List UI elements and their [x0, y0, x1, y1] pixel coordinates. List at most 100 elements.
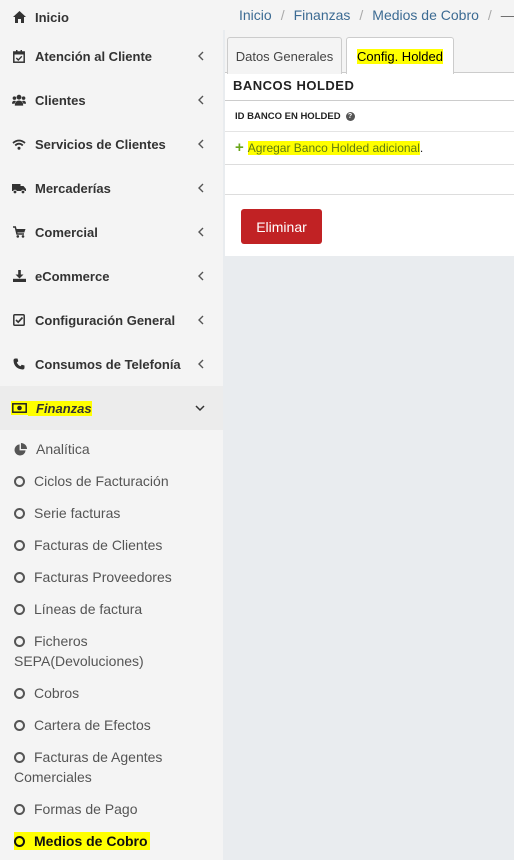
breadcrumb-item-finanzas[interactable]: Finanzas — [294, 7, 351, 23]
sidebar-item-mercaderias[interactable]: Mercaderías — [0, 166, 223, 210]
chevron-left-icon — [198, 51, 204, 61]
sidebar-subitem-label: Ciclos de Facturación — [34, 473, 169, 489]
home-icon — [12, 10, 26, 24]
cart-icon — [12, 225, 26, 239]
sidebar-subitem-label: Medios de Cobro — [34, 833, 148, 849]
tab-datos-generales[interactable]: Datos Generales — [227, 37, 342, 74]
sidebar-subitem-label: Facturas Proveedores — [34, 569, 172, 585]
sidebar-subitem-facturas-proveedores[interactable]: Facturas Proveedores — [0, 561, 223, 593]
sidebar-item-label: Servicios de Clientes — [35, 136, 166, 152]
table-body — [225, 164, 514, 195]
circle-icon — [14, 836, 25, 847]
calendar-check-icon — [12, 49, 26, 63]
wifi-icon — [12, 137, 26, 151]
content-panel: Datos Generales Config. Holded BANCOS HO… — [225, 30, 514, 256]
circle-icon — [14, 688, 25, 699]
circle-icon — [14, 752, 25, 763]
pie-chart-icon — [14, 443, 27, 456]
sidebar-subitem-label: Cobros — [34, 685, 80, 701]
add-banco-holded-link[interactable]: Agregar Banco Holded adicional — [247, 140, 420, 155]
circle-icon — [14, 720, 25, 731]
sidebar-item-ecommerce[interactable]: eCommerce — [0, 254, 223, 298]
sidebar-subitem-cobros[interactable]: Cobros — [0, 677, 223, 709]
add-banco-suffix: . — [419, 140, 424, 155]
column-header-id-banco: ID BANCO EN HOLDED ? — [235, 111, 355, 122]
circle-icon — [14, 804, 25, 815]
circle-icon — [14, 636, 25, 647]
sidebar-item-label: Clientes — [35, 92, 86, 108]
sidebar-item-label: Inicio — [35, 9, 69, 25]
sidebar-subitem-medios-cobro[interactable]: Medios de Cobro — [0, 825, 223, 857]
chevron-left-icon — [198, 183, 204, 193]
breadcrumb-separator: / — [359, 7, 364, 23]
sidebar-subitem-facturas-clientes[interactable]: Facturas de Clientes — [0, 529, 223, 561]
breadcrumb-item-medios-cobro[interactable]: Medios de Cobro — [372, 7, 479, 23]
phone-icon — [12, 357, 26, 371]
circle-icon — [14, 540, 25, 551]
sidebar-item-label: Atención al Cliente — [35, 48, 153, 64]
tab-label: Datos Generales — [235, 48, 334, 64]
chevron-left-icon — [198, 271, 204, 281]
sidebar-item-configuracion-general[interactable]: Configuración General — [0, 298, 223, 342]
sidebar-subitem-lineas-factura[interactable]: Líneas de factura — [0, 593, 223, 625]
divider — [225, 100, 514, 101]
sidebar-subitem-label: Ficheros SEPA(Devoluciones) — [14, 633, 144, 669]
sidebar-item-label: Comercial — [35, 224, 98, 240]
truck-icon — [12, 181, 26, 195]
circle-icon — [14, 476, 25, 487]
sidebar-item-inicio[interactable]: Inicio — [0, 0, 223, 34]
chevron-left-icon — [198, 315, 204, 325]
sidebar-subitem-label: Serie facturas — [34, 505, 121, 521]
sidebar-item-consumos-telefonia[interactable]: Consumos de Telefonía — [0, 342, 223, 386]
sidebar-item-label: Consumos de Telefonía — [35, 356, 181, 372]
circle-icon — [14, 508, 25, 519]
chevron-left-icon — [198, 95, 204, 105]
sidebar-item-label: Finanzas — [28, 400, 92, 416]
plus-icon: + — [235, 139, 244, 156]
sidebar-subitem-analitica[interactable]: Analítica — [0, 433, 223, 465]
breadcrumb-separator: / — [280, 7, 285, 23]
tab-bar: Datos Generales Config. Holded — [225, 30, 514, 74]
divider — [225, 131, 514, 132]
users-icon — [12, 93, 26, 107]
sidebar-item-label: eCommerce — [35, 268, 110, 284]
tab-label: Config. Holded — [357, 48, 443, 64]
chevron-left-icon — [198, 227, 204, 237]
sidebar-item-servicios-clientes[interactable]: Servicios de Clientes — [0, 122, 223, 166]
chevron-left-icon — [198, 359, 204, 369]
money-bill-icon — [11, 401, 28, 415]
sidebar-subitem-cartera-efectos[interactable]: Cartera de Efectos — [0, 709, 223, 741]
breadcrumb-separator: / — [487, 7, 492, 23]
sidebar-subitem-label: Facturas de Clientes — [34, 537, 163, 553]
sidebar: Inicio Atención al Cliente Clientes Serv… — [0, 0, 223, 860]
sidebar-subitem-label: Formas de Pago — [34, 801, 138, 817]
download-icon — [12, 269, 26, 283]
sidebar-subitem-facturas-agentes[interactable]: Facturas de Agentes Comerciales — [0, 741, 190, 793]
delete-button[interactable]: Eliminar — [241, 209, 322, 244]
sidebar-subitem-label: Líneas de factura — [34, 601, 143, 617]
circle-icon — [14, 572, 25, 583]
sidebar-item-atencion-cliente[interactable]: Atención al Cliente — [0, 34, 223, 78]
sidebar-subitem-ciclos-facturacion[interactable]: Ciclos de Facturación — [0, 465, 223, 497]
add-banco-row: + Agregar Banco Holded adicional . — [235, 140, 423, 155]
sidebar-item-comercial[interactable]: Comercial — [0, 210, 223, 254]
help-icon[interactable]: ? — [345, 112, 355, 121]
sidebar-item-label: Configuración General — [35, 312, 176, 328]
main-area: Inicio / Finanzas / Medios de Cobro / — … — [223, 0, 514, 860]
chevron-left-icon — [198, 139, 204, 149]
sidebar-item-finanzas[interactable]: Finanzas — [0, 386, 223, 430]
column-header-label: ID BANCO EN HOLDED — [235, 111, 341, 122]
sidebar-subitem-ficheros-sepa[interactable]: Ficheros SEPA(Devoluciones) — [0, 625, 160, 677]
breadcrumb-trailing: — — [500, 7, 514, 23]
tab-config-holded[interactable]: Config. Holded — [346, 37, 454, 74]
breadcrumb-item-inicio[interactable]: Inicio — [239, 7, 272, 23]
breadcrumb: Inicio / Finanzas / Medios de Cobro / — — [223, 0, 514, 30]
sidebar-subitem-label: Facturas de Agentes Comerciales — [14, 749, 163, 785]
sidebar-item-label: Mercaderías — [35, 180, 111, 196]
sidebar-subitem-serie-facturas[interactable]: Serie facturas — [0, 497, 223, 529]
sidebar-subitem-label: Cartera de Efectos — [34, 717, 151, 733]
chevron-down-icon — [195, 405, 205, 412]
circle-icon — [14, 604, 25, 615]
sidebar-item-clientes[interactable]: Clientes — [0, 78, 223, 122]
sidebar-subitem-formas-pago[interactable]: Formas de Pago — [0, 793, 223, 825]
